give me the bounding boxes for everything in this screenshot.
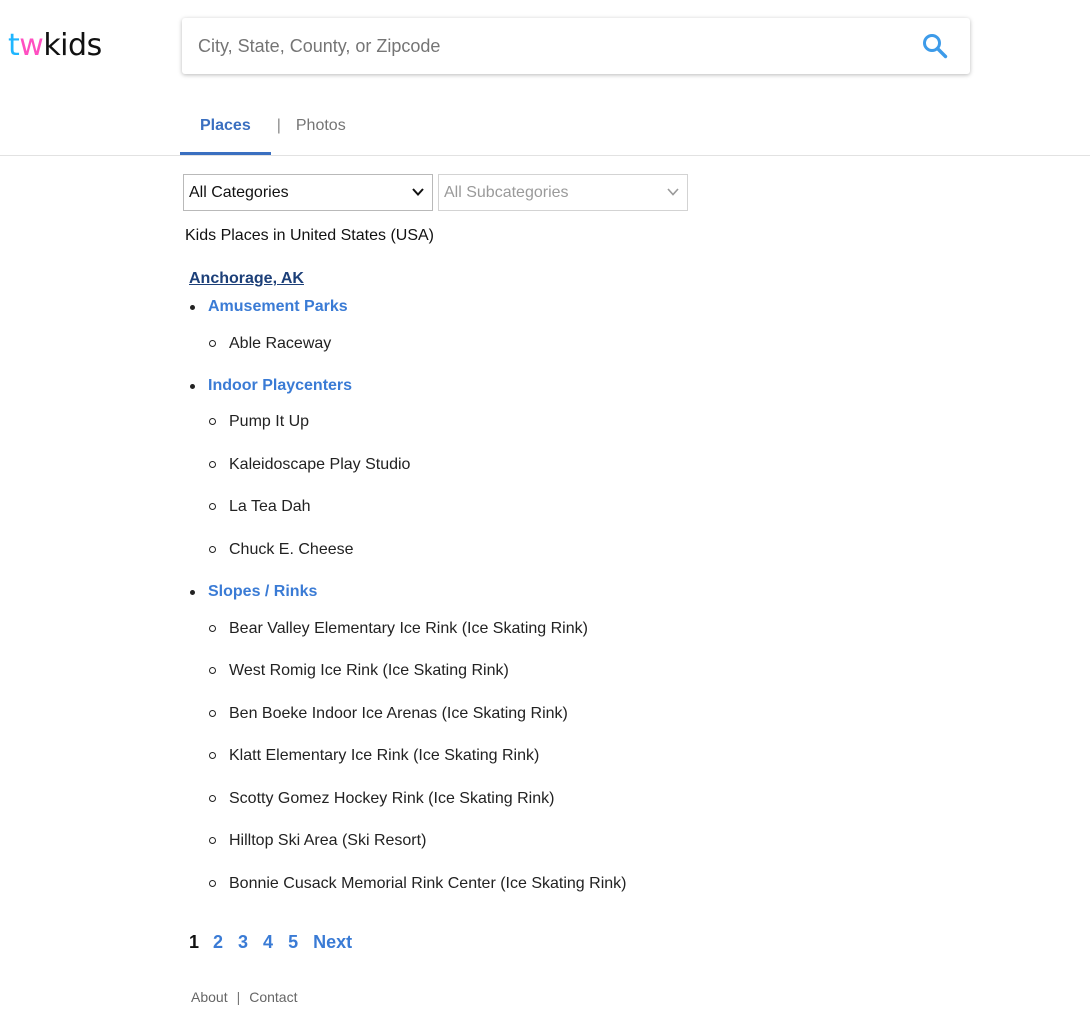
bullet xyxy=(190,384,195,389)
place-name: Klatt Elementary Ice Rink (Ice Skating R… xyxy=(229,747,540,764)
place-name: Ben Boeke Indoor Ice Arenas (Ice Skating… xyxy=(229,705,568,722)
city-link[interactable]: Anchorage, AK xyxy=(189,270,304,288)
chevron-down-icon xyxy=(412,188,424,196)
bullet xyxy=(209,461,216,468)
place-name: Bear Valley Elementary Ice Rink (Ice Ska… xyxy=(229,620,588,637)
bullet xyxy=(209,418,216,425)
bullet xyxy=(209,340,216,347)
subcategory-select-value: All Subcategories xyxy=(444,184,569,201)
page-current: 1 xyxy=(189,932,200,952)
logo-letter-t: t xyxy=(8,28,20,63)
bullet xyxy=(209,795,216,802)
next-page-link[interactable]: Next xyxy=(313,932,352,953)
footer-separator: | xyxy=(236,989,241,1005)
page-heading: Kids Places in United States (USA) xyxy=(185,227,434,244)
category-select[interactable]: All Categories xyxy=(183,174,433,211)
bullet xyxy=(190,305,195,310)
tab-photos[interactable]: Photos xyxy=(281,100,366,155)
page-3-link[interactable]: 3 xyxy=(238,932,248,953)
bullet xyxy=(209,752,216,759)
pagination: 1 2 3 4 5 Next xyxy=(189,932,367,953)
place-name: Able Raceway xyxy=(229,335,332,352)
logo-letter-w: w xyxy=(19,28,44,63)
bullet xyxy=(209,667,216,674)
place-name: Pump It Up xyxy=(229,413,310,430)
place-name: Bonnie Cusack Memorial Rink Center (Ice … xyxy=(229,875,627,892)
about-link[interactable]: About xyxy=(191,989,228,1005)
search-input[interactable] xyxy=(182,18,902,74)
page-5-link[interactable]: 5 xyxy=(288,932,298,953)
tab-places[interactable]: Places xyxy=(180,100,271,155)
subcategory-select[interactable]: All Subcategories xyxy=(438,174,688,211)
tab-divider xyxy=(0,155,1090,156)
bullet xyxy=(209,880,216,887)
tab-separator: | xyxy=(276,117,281,134)
place-name: Scotty Gomez Hockey Rink (Ice Skating Ri… xyxy=(229,790,555,807)
bullet xyxy=(209,837,216,844)
page-2-link[interactable]: 2 xyxy=(213,932,223,953)
place-name: Hilltop Ski Area (Ski Resort) xyxy=(229,832,427,849)
category-label: Slopes / Rinks xyxy=(208,583,318,600)
category-select-value: All Categories xyxy=(189,184,289,201)
category-label: Amusement Parks xyxy=(208,298,348,315)
bullet xyxy=(209,710,216,717)
bullet xyxy=(209,625,216,632)
bullet xyxy=(190,590,195,595)
tab-bar: Places | Photos xyxy=(180,100,366,155)
twkids-logo[interactable]: twkids xyxy=(8,29,102,63)
chevron-down-icon xyxy=(667,188,679,196)
bullet xyxy=(209,503,216,510)
search-icon[interactable] xyxy=(922,33,948,59)
page-4-link[interactable]: 4 xyxy=(263,932,273,953)
search-bar xyxy=(182,18,970,74)
place-name: Kaleidoscape Play Studio xyxy=(229,456,411,473)
category-label: Indoor Playcenters xyxy=(208,377,353,394)
contact-link[interactable]: Contact xyxy=(249,989,297,1005)
place-name: Chuck E. Cheese xyxy=(229,541,354,558)
bullet xyxy=(209,546,216,553)
place-name: West Romig Ice Rink (Ice Skating Rink) xyxy=(229,662,509,679)
logo-word-kids: kids xyxy=(43,28,102,63)
footer: About | Contact xyxy=(191,989,297,1005)
place-name: La Tea Dah xyxy=(229,498,311,515)
